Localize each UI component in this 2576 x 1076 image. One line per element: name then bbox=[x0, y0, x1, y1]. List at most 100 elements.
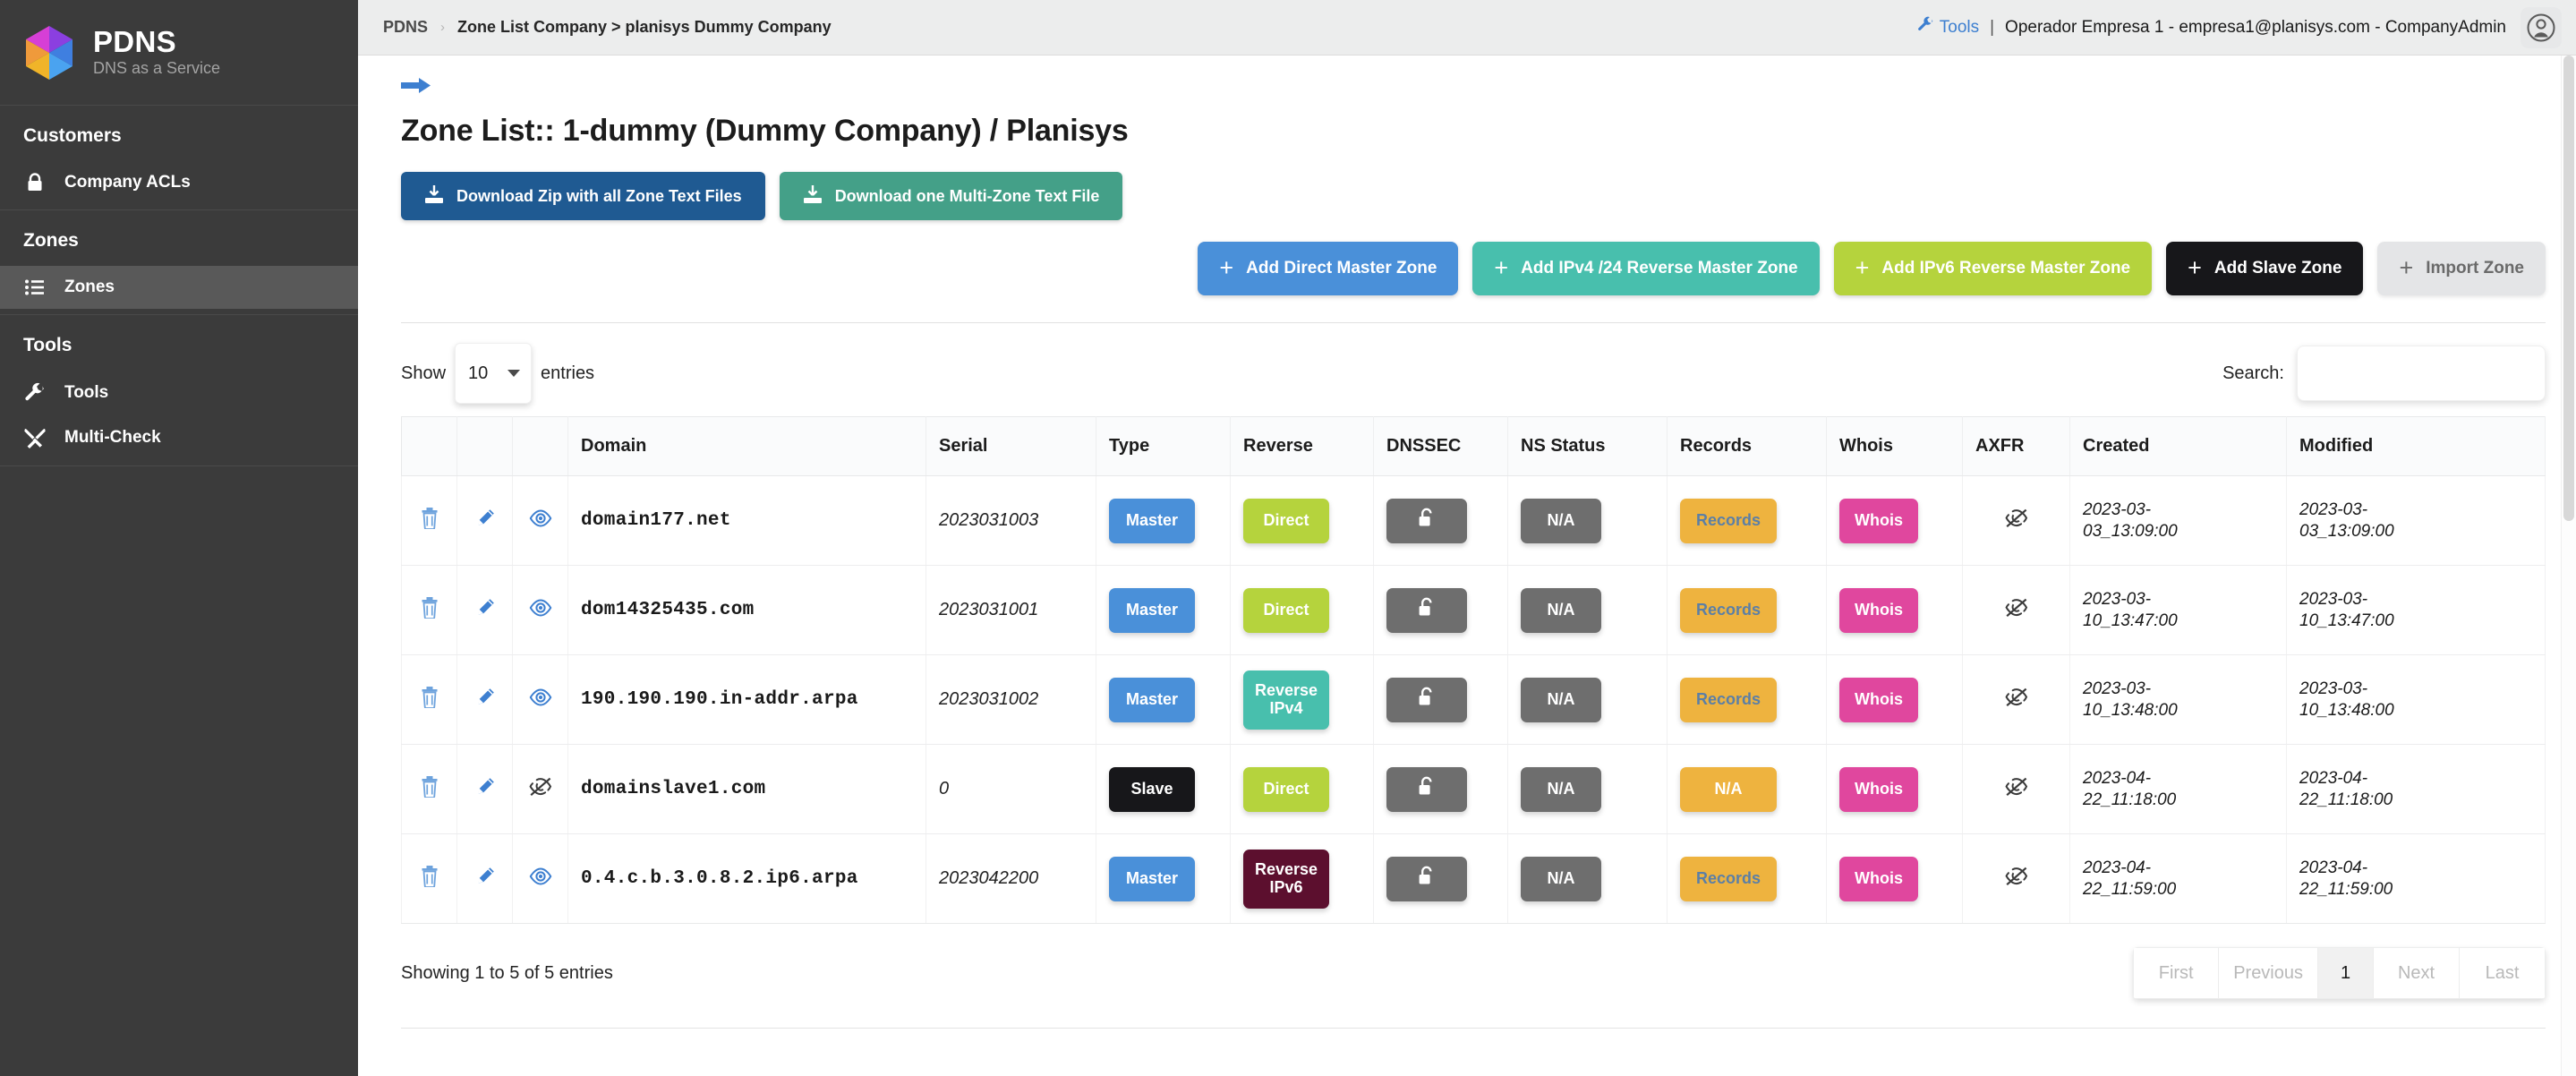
column-header-serial[interactable]: Serial bbox=[926, 417, 1096, 476]
view-zone-cell[interactable] bbox=[513, 745, 568, 834]
column-header-created[interactable]: Created bbox=[2070, 417, 2287, 476]
eye-icon[interactable] bbox=[529, 605, 552, 620]
axfr-cell[interactable] bbox=[1963, 745, 2070, 834]
trash-icon[interactable] bbox=[421, 786, 439, 801]
pagination-1[interactable]: 1 bbox=[2318, 947, 2374, 999]
reverse-badge[interactable]: Direct bbox=[1243, 588, 1329, 633]
records-button[interactable]: Records bbox=[1680, 499, 1777, 543]
reverse-badge[interactable]: ReverseIPv6 bbox=[1243, 850, 1329, 909]
reverse-badge[interactable]: Direct bbox=[1243, 767, 1329, 812]
axfr-cell[interactable] bbox=[1963, 566, 2070, 655]
delete-zone-cell[interactable] bbox=[402, 745, 457, 834]
eye-slash-icon[interactable] bbox=[529, 785, 552, 800]
records-button[interactable]: Records bbox=[1680, 678, 1777, 722]
sidebar-item-zones[interactable]: Zones bbox=[0, 266, 358, 309]
axfr-cell[interactable] bbox=[1963, 476, 2070, 566]
dnssec-toggle[interactable] bbox=[1386, 678, 1467, 722]
scrollbar-thumb[interactable] bbox=[2563, 56, 2574, 521]
column-header-edit[interactable] bbox=[457, 417, 513, 476]
ns-status-badge[interactable]: N/A bbox=[1521, 588, 1601, 633]
eye-icon[interactable] bbox=[529, 874, 552, 889]
records-button[interactable]: Records bbox=[1680, 857, 1777, 901]
edit-zone-cell[interactable] bbox=[457, 655, 513, 745]
whois-button[interactable]: Whois bbox=[1839, 678, 1918, 722]
delete-zone-cell[interactable] bbox=[402, 834, 457, 924]
axfr-cell[interactable] bbox=[1963, 655, 2070, 745]
sidebar-item-company-acls[interactable]: Company ACLs bbox=[0, 161, 358, 204]
type-badge[interactable]: Master bbox=[1109, 678, 1195, 722]
download-zip-button[interactable]: Download Zip with all Zone Text Files bbox=[401, 172, 765, 220]
type-badge[interactable]: Master bbox=[1109, 588, 1195, 633]
delete-zone-cell[interactable] bbox=[402, 566, 457, 655]
column-header-whois[interactable]: Whois bbox=[1827, 417, 1963, 476]
view-zone-cell[interactable] bbox=[513, 834, 568, 924]
column-header-reverse[interactable]: Reverse bbox=[1231, 417, 1374, 476]
records-button[interactable]: N/A bbox=[1680, 767, 1777, 812]
ns-status-badge[interactable]: N/A bbox=[1521, 678, 1601, 722]
tools-link[interactable]: Tools bbox=[1917, 16, 1979, 38]
type-badge[interactable]: Master bbox=[1109, 499, 1195, 543]
dnssec-toggle[interactable] bbox=[1386, 588, 1467, 633]
column-header-modified[interactable]: Modified bbox=[2287, 417, 2546, 476]
search-input[interactable] bbox=[2297, 346, 2546, 401]
pencil-icon[interactable] bbox=[475, 606, 495, 621]
view-zone-cell[interactable] bbox=[513, 566, 568, 655]
pencil-icon[interactable] bbox=[475, 696, 495, 711]
pagination-first[interactable]: First bbox=[2133, 947, 2219, 999]
import-zone-button[interactable]: + Import Zone bbox=[2377, 242, 2546, 295]
eye-slash-icon[interactable] bbox=[2005, 606, 2028, 621]
page-length-select[interactable]: 10 bbox=[455, 343, 532, 404]
download-multizone-button[interactable]: Download one Multi-Zone Text File bbox=[780, 172, 1123, 220]
pagination-previous[interactable]: Previous bbox=[2219, 947, 2318, 999]
reverse-badge[interactable]: Direct bbox=[1243, 499, 1329, 543]
dnssec-toggle[interactable] bbox=[1386, 857, 1467, 901]
view-zone-cell[interactable] bbox=[513, 655, 568, 745]
trash-icon[interactable] bbox=[421, 696, 439, 712]
vertical-scrollbar[interactable] bbox=[2561, 56, 2576, 1076]
pagination-next[interactable]: Next bbox=[2374, 947, 2460, 999]
add-direct-master-zone-button[interactable]: + Add Direct Master Zone bbox=[1198, 242, 1458, 295]
ns-status-badge[interactable]: N/A bbox=[1521, 767, 1601, 812]
pencil-icon[interactable] bbox=[475, 517, 495, 532]
eye-slash-icon[interactable] bbox=[2005, 696, 2028, 711]
column-header-axfr[interactable]: AXFR bbox=[1963, 417, 2070, 476]
user-avatar-icon[interactable] bbox=[2521, 7, 2562, 48]
trash-icon[interactable] bbox=[421, 875, 439, 891]
column-header-records[interactable]: Records bbox=[1668, 417, 1827, 476]
pencil-icon[interactable] bbox=[475, 875, 495, 890]
whois-button[interactable]: Whois bbox=[1839, 499, 1918, 543]
add-ipv6-reverse-master-zone-button[interactable]: + Add IPv6 Reverse Master Zone bbox=[1834, 242, 2153, 295]
column-header-ns-status[interactable]: NS Status bbox=[1508, 417, 1668, 476]
whois-button[interactable]: Whois bbox=[1839, 767, 1918, 812]
column-header-domain[interactable]: Domain bbox=[568, 417, 926, 476]
view-zone-cell[interactable] bbox=[513, 476, 568, 566]
whois-button[interactable]: Whois bbox=[1839, 588, 1918, 633]
eye-icon[interactable] bbox=[529, 695, 552, 710]
trash-icon[interactable] bbox=[421, 607, 439, 622]
sidebar-item-tools[interactable]: Tools bbox=[0, 371, 358, 415]
ns-status-badge[interactable]: N/A bbox=[1521, 499, 1601, 543]
arrow-right-icon[interactable] bbox=[383, 56, 2551, 101]
ns-status-badge[interactable]: N/A bbox=[1521, 857, 1601, 901]
breadcrumb-root[interactable]: PDNS bbox=[383, 18, 428, 37]
trash-icon[interactable] bbox=[421, 517, 439, 533]
axfr-cell[interactable] bbox=[1963, 834, 2070, 924]
eye-icon[interactable] bbox=[529, 516, 552, 531]
dnssec-toggle[interactable] bbox=[1386, 767, 1467, 812]
add-slave-zone-button[interactable]: + Add Slave Zone bbox=[2166, 242, 2363, 295]
reverse-badge[interactable]: ReverseIPv4 bbox=[1243, 670, 1329, 730]
records-button[interactable]: Records bbox=[1680, 588, 1777, 633]
delete-zone-cell[interactable] bbox=[402, 476, 457, 566]
edit-zone-cell[interactable] bbox=[457, 834, 513, 924]
brand-header[interactable]: PDNS DNS as a Service bbox=[0, 0, 358, 106]
type-badge[interactable]: Master bbox=[1109, 857, 1195, 901]
delete-zone-cell[interactable] bbox=[402, 655, 457, 745]
column-header-select[interactable] bbox=[402, 417, 457, 476]
column-header-type[interactable]: Type bbox=[1096, 417, 1231, 476]
whois-button[interactable]: Whois bbox=[1839, 857, 1918, 901]
edit-zone-cell[interactable] bbox=[457, 566, 513, 655]
pencil-icon[interactable] bbox=[475, 785, 495, 800]
dnssec-toggle[interactable] bbox=[1386, 499, 1467, 543]
add-ipv4-reverse-master-zone-button[interactable]: + Add IPv4 /24 Reverse Master Zone bbox=[1472, 242, 1819, 295]
eye-slash-icon[interactable] bbox=[2005, 785, 2028, 800]
